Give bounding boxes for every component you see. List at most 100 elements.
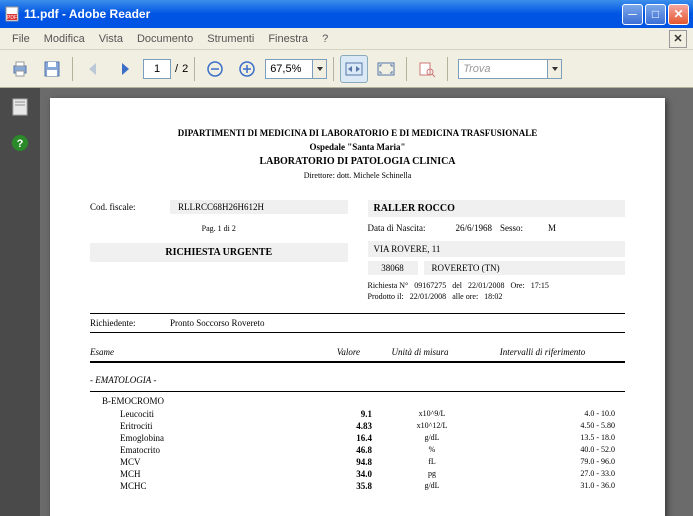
address: VIA ROVERE, 11 <box>368 241 626 257</box>
pages-panel-icon[interactable] <box>9 96 31 118</box>
row-name: Ematocrito <box>120 445 302 455</box>
alle-label: alle ore: <box>452 292 478 301</box>
prod-label: Prodotto il: <box>368 292 404 301</box>
dept-line: DIPARTIMENTI DI MEDICINA DI LABORATORIO … <box>90 128 625 138</box>
col-esame: Esame <box>90 347 290 357</box>
menu-vista[interactable]: Vista <box>93 31 129 47</box>
pdf-page: DIPARTIMENTI DI MEDICINA DI LABORATORIO … <box>50 98 665 516</box>
ore: 17:15 <box>531 281 549 290</box>
titlebar: PDF 11.pdf - Adobe Reader ─ □ ✕ <box>0 0 693 28</box>
row-range: 31.0 - 36.0 <box>492 481 625 491</box>
requester-value: Pronto Soccorso Rovereto <box>170 318 265 328</box>
sex-value: M <box>540 221 564 235</box>
sex-label: Sesso: <box>500 223 540 233</box>
find-tool-button[interactable] <box>413 55 441 83</box>
row-range: 4.0 - 10.0 <box>492 409 625 419</box>
page-n: Pag. 1 di 2 <box>90 224 348 233</box>
row-value: 34.0 <box>302 469 372 479</box>
col-valore: Valore <box>290 347 360 357</box>
row-unit: g/dL <box>372 433 492 443</box>
menu-strumenti[interactable]: Strumenti <box>201 31 260 47</box>
row-value: 94.8 <box>302 457 372 467</box>
row-unit: x10^12/L <box>372 421 492 431</box>
row-range: 13.5 - 18.0 <box>492 433 625 443</box>
prev-page-button[interactable] <box>79 55 107 83</box>
separator <box>72 57 73 81</box>
page-box: / 2 <box>143 59 188 79</box>
ore-label: Ore: <box>510 281 524 290</box>
info-block: Cod. fiscale: RLLRCC68H26H612H Pag. 1 di… <box>90 200 625 303</box>
menu-documento[interactable]: Documento <box>131 31 199 47</box>
page-input[interactable] <box>143 59 171 79</box>
menu-modifica[interactable]: Modifica <box>38 31 91 47</box>
prod: 22/01/2008 <box>410 292 446 301</box>
urgent-label: RICHIESTA URGENTE <box>90 243 348 262</box>
row-range: 79.0 - 96.0 <box>492 457 625 467</box>
lab-line: LABORATORIO DI PATOLOGIA CLINICA <box>90 156 625 167</box>
menubar-close-icon[interactable]: ✕ <box>669 30 687 48</box>
fit-page-button[interactable] <box>372 55 400 83</box>
menu-finestra[interactable]: Finestra <box>262 31 314 47</box>
help-panel-icon[interactable]: ? <box>9 132 31 154</box>
next-page-button[interactable] <box>111 55 139 83</box>
toolbar: / 2 <box>0 50 693 88</box>
svg-text:?: ? <box>17 138 24 150</box>
find-input[interactable] <box>458 59 548 79</box>
separator <box>194 57 195 81</box>
reqn: 09167275 <box>414 281 446 290</box>
dob-label: Data di Nascita: <box>368 223 448 233</box>
row-value: 9.1 <box>302 409 372 419</box>
city: ROVERETO (TN) <box>424 261 626 275</box>
fit-width-button[interactable] <box>340 55 368 83</box>
data-row: MCH34.0pg27.0 - 33.0 <box>90 468 625 480</box>
find-dropdown[interactable] <box>548 59 562 79</box>
svg-text:PDF: PDF <box>7 15 17 21</box>
column-headers: Esame Valore Unità di misura Intervalli … <box>90 343 625 363</box>
row-unit: g/dL <box>372 481 492 491</box>
row-range: 40.0 - 52.0 <box>492 445 625 455</box>
print-button[interactable] <box>6 55 34 83</box>
doc-header: DIPARTIMENTI DI MEDICINA DI LABORATORIO … <box>90 128 625 180</box>
subsection-emocromo: B-EMOCROMO <box>90 391 625 408</box>
find-box <box>458 59 562 79</box>
page-sep: / <box>175 63 178 75</box>
data-row: Emoglobina16.4g/dL13.5 - 18.0 <box>90 432 625 444</box>
zoom-out-button[interactable] <box>201 55 229 83</box>
cod-fiscale-label: Cod. fiscale: <box>90 202 170 212</box>
row-value: 35.8 <box>302 481 372 491</box>
maximize-button[interactable]: □ <box>645 4 666 25</box>
minimize-button[interactable]: ─ <box>622 4 643 25</box>
menubar: File Modifica Vista Documento Strumenti … <box>0 28 693 50</box>
separator <box>406 57 407 81</box>
del-label: del <box>452 281 462 290</box>
data-row: MCV94.8fL79.0 - 96.0 <box>90 456 625 468</box>
patient-name: RALLER ROCCO <box>368 200 626 217</box>
data-row: Leucociti9.1x10^9/L4.0 - 10.0 <box>90 408 625 420</box>
zoom-input[interactable] <box>265 59 313 79</box>
menu-help[interactable]: ? <box>316 31 334 47</box>
workspace: ? DIPARTIMENTI DI MEDICINA DI LABORATORI… <box>0 88 693 516</box>
del: 22/01/2008 <box>468 281 504 290</box>
director-line: Direttore: dott. Michele Schinella <box>90 171 625 180</box>
zoom-in-button[interactable] <box>233 55 261 83</box>
menu-file[interactable]: File <box>6 31 36 47</box>
data-row: Eritrociti4.83x10^12/L4.50 - 5.80 <box>90 420 625 432</box>
save-button[interactable] <box>38 55 66 83</box>
close-button[interactable]: ✕ <box>668 4 689 25</box>
dob-value: 26/6/1968 <box>448 221 501 235</box>
data-rows: Leucociti9.1x10^9/L4.0 - 10.0Eritrociti4… <box>90 408 625 492</box>
info-left: Cod. fiscale: RLLRCC68H26H612H Pag. 1 di… <box>90 200 348 303</box>
col-intervalli: Intervalli di riferimento <box>460 347 625 357</box>
row-name: MCV <box>120 457 302 467</box>
hospital-line: Ospedale "Santa Maria" <box>90 142 625 152</box>
separator <box>333 57 334 81</box>
alle: 18:02 <box>484 292 502 301</box>
sidebar: ? <box>0 88 40 516</box>
document-area[interactable]: DIPARTIMENTI DI MEDICINA DI LABORATORIO … <box>40 88 693 516</box>
section-ematologia: - EMATOLOGIA - <box>90 375 625 385</box>
reqn-label: Richiesta N° <box>368 281 409 290</box>
row-unit: fL <box>372 457 492 467</box>
data-row: Ematocrito46.8%40.0 - 52.0 <box>90 444 625 456</box>
row-unit: pg <box>372 469 492 479</box>
zoom-dropdown[interactable] <box>313 59 327 79</box>
